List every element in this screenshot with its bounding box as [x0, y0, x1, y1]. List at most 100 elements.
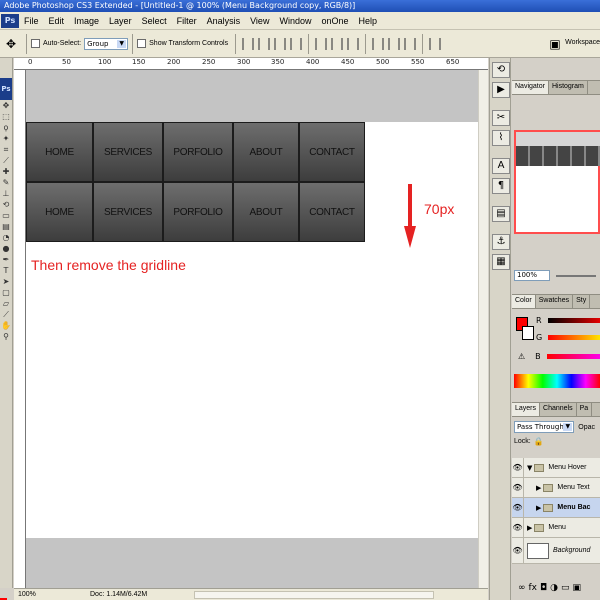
history-brush-tool-icon[interactable]: ⟲ — [0, 199, 12, 210]
vertical-scrollbar[interactable] — [478, 70, 488, 588]
collapsed-triangle-icon[interactable]: ▶ — [527, 524, 532, 532]
menu-image[interactable]: Image — [69, 16, 104, 26]
brushes-icon[interactable]: ⌇ — [492, 130, 510, 146]
auto-align-icon[interactable] — [429, 37, 442, 50]
blend-mode-dropdown[interactable]: Pass Through ▼ — [514, 421, 575, 433]
move-tool-icon[interactable]: ✥ — [0, 33, 22, 55]
menu-file[interactable]: File — [19, 16, 44, 26]
horizontal-scrollbar[interactable] — [194, 591, 434, 599]
navigator-zoom-slider[interactable] — [556, 274, 596, 277]
layer-row[interactable]: 👁 ▶ Menu Text — [512, 477, 600, 498]
slice-tool-icon[interactable]: ⟋ — [0, 155, 12, 166]
tab-color[interactable]: Color — [512, 295, 536, 308]
menu-onone[interactable]: onOne — [316, 16, 353, 26]
menu-edit[interactable]: Edit — [44, 16, 70, 26]
doc-size[interactable]: Doc: 1.14M/6.42M — [90, 591, 147, 598]
lock-icon[interactable]: 🔒 — [534, 437, 544, 446]
tab-channels[interactable]: Channels — [540, 403, 577, 416]
move-tool-icon[interactable]: ✥ — [0, 100, 12, 111]
red-slider[interactable] — [547, 318, 600, 323]
history-icon[interactable]: ⟲ — [492, 62, 510, 78]
workspace-icon[interactable]: ▣ — [546, 35, 564, 53]
hand-tool-icon[interactable]: ✋ — [0, 320, 12, 331]
navigator-zoom-field[interactable]: 100% — [514, 270, 550, 281]
menu-select[interactable]: Select — [137, 16, 172, 26]
tab-styles[interactable]: Sty — [573, 295, 591, 308]
layer-comps-icon[interactable]: ▤ — [492, 206, 510, 222]
eye-icon[interactable]: 👁 — [512, 517, 524, 538]
pen-tool-icon[interactable]: ✒ — [0, 254, 12, 265]
new-layer-icon[interactable]: ▣ — [573, 583, 582, 593]
align-top-icon[interactable] — [242, 37, 255, 50]
dodge-tool-icon[interactable]: ● — [0, 243, 12, 254]
distribute-hcenter-icon[interactable] — [388, 37, 401, 50]
type-tool-icon[interactable]: T — [0, 265, 12, 276]
distribute-right-icon[interactable] — [404, 37, 417, 50]
blur-tool-icon[interactable]: ◔ — [0, 232, 12, 243]
eyedropper-tool-icon[interactable]: ⟋ — [0, 309, 12, 320]
menu-filter[interactable]: Filter — [172, 16, 202, 26]
distribute-left-icon[interactable] — [372, 37, 385, 50]
clone-stamp-tool-icon[interactable]: ⊥ — [0, 188, 12, 199]
align-left-icon[interactable] — [290, 37, 303, 50]
layer-row[interactable]: 👁 ▼ Menu Hover — [512, 457, 600, 478]
shape-tool-icon[interactable]: ▢ — [0, 287, 12, 298]
animation-icon[interactable]: ▦ — [492, 254, 510, 270]
menu-window[interactable]: Window — [274, 16, 316, 26]
eye-icon[interactable]: 👁 — [512, 457, 524, 478]
adjustment-layer-icon[interactable]: ◑ — [550, 583, 558, 593]
workspace-button[interactable]: Workspace — [565, 39, 600, 46]
magic-wand-tool-icon[interactable]: ✦ — [0, 133, 12, 144]
menu-layer[interactable]: Layer — [104, 16, 137, 26]
layer-row[interactable]: 👁 Background — [512, 537, 600, 564]
align-bottom-icon[interactable] — [274, 37, 287, 50]
navigator-preview[interactable] — [514, 130, 600, 234]
crop-tool-icon[interactable]: ⌗ — [0, 144, 12, 155]
zoom-level[interactable]: 100% — [14, 591, 50, 598]
marquee-tool-icon[interactable]: ⬚ — [0, 111, 12, 122]
eye-icon[interactable]: 👁 — [512, 497, 524, 518]
eraser-tool-icon[interactable]: ▭ — [0, 210, 12, 221]
menu-analysis[interactable]: Analysis — [202, 16, 246, 26]
clone-source-icon[interactable]: ⚓ — [492, 234, 510, 250]
blue-slider[interactable] — [546, 354, 600, 359]
brush-tool-icon[interactable]: ✎ — [0, 177, 12, 188]
menu-view[interactable]: View — [245, 16, 274, 26]
document-canvas[interactable]: HOME SERVICES PORFOLIO ABOUT CONTACT HOM… — [26, 70, 488, 588]
auto-select-dropdown[interactable]: Group ▼ — [84, 37, 129, 50]
distribute-center-icon[interactable] — [331, 37, 344, 50]
color-background-sample[interactable] — [522, 326, 534, 340]
path-selection-tool-icon[interactable]: ➤ — [0, 276, 12, 287]
mask-icon[interactable]: ◘ — [540, 583, 547, 593]
gradient-tool-icon[interactable]: ▤ — [0, 221, 12, 232]
tools-preset-icon[interactable]: ✂ — [492, 110, 510, 126]
tab-layers[interactable]: Layers — [512, 403, 541, 416]
link-layers-icon[interactable]: ∞ — [518, 583, 526, 593]
notes-tool-icon[interactable]: ▱ — [0, 298, 12, 309]
layer-row-selected[interactable]: 👁 ▶ Menu Bac — [512, 497, 600, 518]
tab-paths[interactable]: Pa — [577, 403, 593, 416]
eye-icon[interactable]: 👁 — [512, 477, 524, 498]
menu-help[interactable]: Help — [354, 16, 383, 26]
tab-swatches[interactable]: Swatches — [536, 295, 574, 308]
collapsed-triangle-icon[interactable]: ▶ — [536, 484, 541, 492]
zoom-tool-icon[interactable]: ⚲ — [0, 331, 12, 342]
distribute-bottom-icon[interactable] — [347, 37, 360, 50]
healing-brush-tool-icon[interactable]: ✚ — [0, 166, 12, 177]
color-spectrum[interactable] — [514, 374, 600, 388]
collapsed-triangle-icon[interactable]: ▶ — [536, 504, 541, 512]
distribute-top-icon[interactable] — [315, 37, 328, 50]
character-icon[interactable]: A — [492, 158, 510, 174]
show-transform-checkbox[interactable] — [137, 39, 147, 48]
expanded-triangle-icon[interactable]: ▼ — [527, 464, 532, 472]
actions-icon[interactable]: ▶ — [492, 82, 510, 98]
auto-select-checkbox[interactable] — [31, 39, 40, 48]
layer-style-icon[interactable]: fx — [529, 583, 538, 593]
green-slider[interactable] — [548, 335, 600, 340]
new-group-icon[interactable]: ▭ — [561, 583, 570, 593]
tab-navigator[interactable]: Navigator — [512, 81, 549, 94]
eye-icon[interactable]: 👁 — [512, 537, 524, 564]
tab-histogram[interactable]: Histogram — [549, 81, 588, 94]
layer-row[interactable]: 👁 ▶ Menu — [512, 517, 600, 538]
paragraph-icon[interactable]: ¶ — [492, 178, 510, 194]
